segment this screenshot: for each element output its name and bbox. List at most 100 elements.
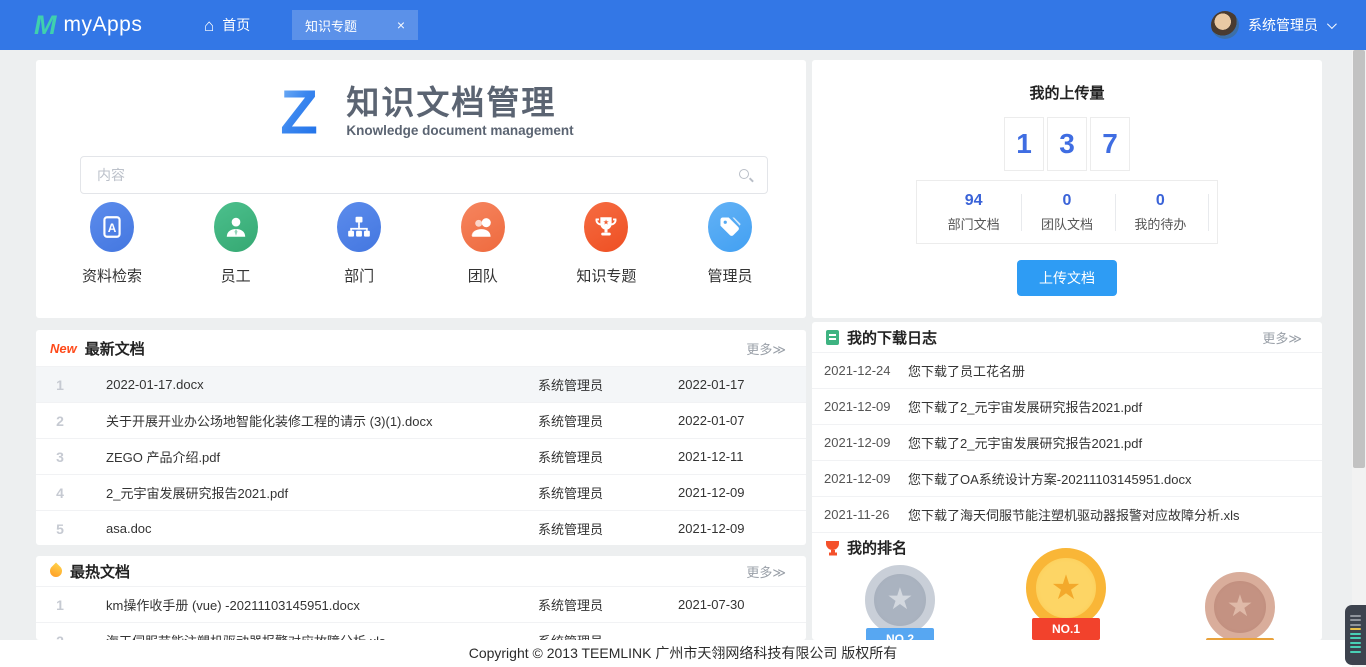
quick-link-department[interactable]: 部门 (311, 202, 407, 286)
footer: Copyright © 2013 TEEMLINK 广州市天翎网络科技有限公司 … (0, 640, 1366, 667)
widget-stripe (1350, 615, 1361, 617)
list-item[interactable]: 2021-12-09 您下载了OA系统设计方案-20211103145951.d… (812, 460, 1322, 496)
tab-knowledge-topic[interactable]: 知识专题 × (292, 10, 418, 40)
app-logo-text: myApps (64, 13, 143, 37)
tab-knowledge-topic-label: 知识专题 (305, 16, 357, 35)
tab-home-label: 首页 (222, 15, 250, 35)
list-item[interactable]: 2021-12-09 您下载了2_元宇宙发展研究报告2021.pdf (812, 424, 1322, 460)
home-icon: ⌂ (204, 17, 214, 34)
flame-icon (48, 563, 65, 580)
page-subtitle: Knowledge document management (346, 123, 573, 138)
z-logo-icon: Z (268, 80, 330, 142)
download-log-header: 我的下载日志 更多≫ (812, 322, 1322, 352)
new-badge-icon: New (50, 341, 77, 356)
table-row[interactable]: 2 关于开展开业办公场地智能化装修工程的请示 (3)(1).docx 系统管理员… (36, 402, 806, 438)
scrollbar-track[interactable] (1352, 50, 1366, 667)
medal-rank-badge: NO.1 (1032, 618, 1100, 640)
latest-docs-header: New 最新文档 更多≫ (36, 330, 806, 366)
hottest-docs-title: 最热文档 (70, 561, 130, 582)
page-title: 知识文档管理 (346, 84, 573, 122)
medal-bronze: ★ NO.3 (1205, 572, 1275, 640)
quick-link-admin[interactable]: 管理员 (682, 202, 778, 286)
widget-stripe (1350, 646, 1361, 648)
widget-stripe (1350, 637, 1361, 639)
upload-count: 1 3 7 (812, 117, 1322, 171)
widget-stripe (1350, 633, 1361, 635)
quick-link-data-search[interactable]: A 资料检索 (64, 202, 160, 286)
medal-rank-badge: NO.2 (866, 628, 934, 640)
download-log-panel: 我的下载日志 更多≫ 2021-12-24 您下载了员工花名册 2021-12-… (812, 322, 1322, 640)
upload-count-digit: 7 (1090, 117, 1130, 171)
star-icon: ★ (887, 585, 914, 615)
latest-docs-title: 最新文档 (85, 338, 145, 359)
quick-link-team[interactable]: 团队 (435, 202, 531, 286)
download-log-more-link[interactable]: 更多≫ (1262, 328, 1302, 347)
widget-stripe (1350, 651, 1361, 653)
table-row[interactable]: 3 ZEGO 产品介绍.pdf 系统管理员 2021-12-11 (36, 438, 806, 474)
tab-home[interactable]: ⌂ 首页 (204, 0, 250, 50)
stat-team-docs[interactable]: 0 团队文档 (1020, 192, 1113, 233)
hottest-docs-header: 最热文档 更多≫ (36, 556, 806, 586)
latest-docs-panel: New 最新文档 更多≫ 1 2022-01-17.docx 系统管理员 202… (36, 330, 806, 545)
upload-count-digit: 3 (1047, 117, 1087, 171)
quick-link-employee[interactable]: 员工 (188, 202, 284, 286)
table-row[interactable]: 1 2022-01-17.docx 系统管理员 2022-01-17 (36, 366, 806, 402)
copyright-text: Copyright © 2013 TEEMLINK 广州市天翎网络科技有限公司 … (469, 645, 898, 661)
list-item[interactable]: 2021-12-24 您下载了员工花名册 (812, 352, 1322, 388)
product-logo: Z 知识文档管理 Knowledge document management (36, 60, 806, 142)
widget-stripe (1350, 642, 1361, 644)
ranking-trophy-icon (826, 541, 839, 550)
search-box (80, 156, 768, 194)
topbar: M myApps ⌂ 首页 知识专题 × 系统管理员 (0, 0, 1366, 50)
svg-text:Z: Z (280, 80, 318, 142)
hero-card: Z 知识文档管理 Knowledge document management A… (36, 60, 806, 318)
upload-doc-button[interactable]: 上传文档 (1017, 260, 1117, 296)
widget-stripe (1350, 628, 1361, 630)
table-row[interactable]: 1 km操作收手册 (vue) -20211103145951.docx 系统管… (36, 586, 806, 622)
list-item[interactable]: 2021-11-26 您下载了海天伺服节能注塑机驱动器报警对应故障分析.xls (812, 496, 1322, 532)
svg-text:A: A (108, 221, 117, 235)
table-row[interactable]: 4 2_元宇宙发展研究报告2021.pdf 系统管理员 2021-12-09 (36, 474, 806, 510)
star-icon: ★ (1227, 592, 1254, 622)
user-menu[interactable]: 系统管理员 (1211, 0, 1334, 50)
search-icon[interactable] (739, 169, 749, 179)
latest-docs-more-link[interactable]: 更多≫ (746, 339, 786, 358)
upload-panel-title: 我的上传量 (812, 60, 1322, 103)
upload-count-digit: 1 (1004, 117, 1044, 171)
quick-links: A 资料检索 员工 部门 团队 (64, 202, 778, 286)
user-name: 系统管理员 (1248, 15, 1318, 35)
hottest-docs-more-link[interactable]: 更多≫ (746, 562, 786, 581)
avatar (1211, 11, 1239, 39)
scrollbar-thumb[interactable] (1353, 50, 1365, 468)
list-item[interactable]: 2021-12-09 您下载了2_元宇宙发展研究报告2021.pdf (812, 388, 1322, 424)
employee-icon (214, 202, 258, 252)
browser-extension-widget[interactable] (1345, 605, 1366, 665)
medal-gold: ★ NO.1 (1026, 548, 1106, 628)
table-row[interactable]: 2 海天伺服节能注塑机驱动器报警对应故障分析.xls 系统管理员 (36, 622, 806, 640)
team-icon (461, 202, 505, 252)
widget-stripe (1350, 624, 1361, 626)
ranking-medals: ★ NO.2 ★ NO.1 ★ NO.3 (812, 562, 1322, 640)
app-logo[interactable]: M myApps (34, 0, 142, 50)
quick-link-knowledge-topic[interactable]: ★ 知识专题 (558, 202, 654, 286)
ranking-title: 我的排名 (847, 537, 907, 558)
star-icon: ★ (1051, 571, 1081, 605)
download-log-title: 我的下载日志 (847, 327, 937, 348)
widget-stripe (1350, 619, 1361, 621)
stat-department-docs[interactable]: 94 部门文档 (927, 192, 1020, 233)
knowledge-portal-page: M myApps ⌂ 首页 知识专题 × 系统管理员 Z (0, 0, 1366, 667)
search-input[interactable] (81, 157, 767, 193)
svg-text:★: ★ (603, 218, 609, 226)
org-chart-icon (337, 202, 381, 252)
medal-silver: ★ NO.2 (865, 565, 935, 635)
close-icon[interactable]: × (397, 18, 405, 32)
tag-icon (708, 202, 752, 252)
stat-my-todos[interactable]: 0 我的待办 (1114, 192, 1207, 233)
doc-stats-box: 94 部门文档 0 团队文档 0 我的待办 (916, 180, 1218, 244)
upload-stats-panel: 我的上传量 1 3 7 94 部门文档 0 团队文档 0 我的待办 上传文档 (812, 60, 1322, 318)
trophy-icon: ★ (584, 202, 628, 252)
hottest-docs-panel: 最热文档 更多≫ 1 km操作收手册 (vue) -20211103145951… (36, 556, 806, 640)
log-book-icon (826, 330, 839, 345)
table-row[interactable]: 5 asa.doc 系统管理员 2021-12-09 (36, 510, 806, 545)
myapps-logo-icon: M (34, 12, 57, 39)
